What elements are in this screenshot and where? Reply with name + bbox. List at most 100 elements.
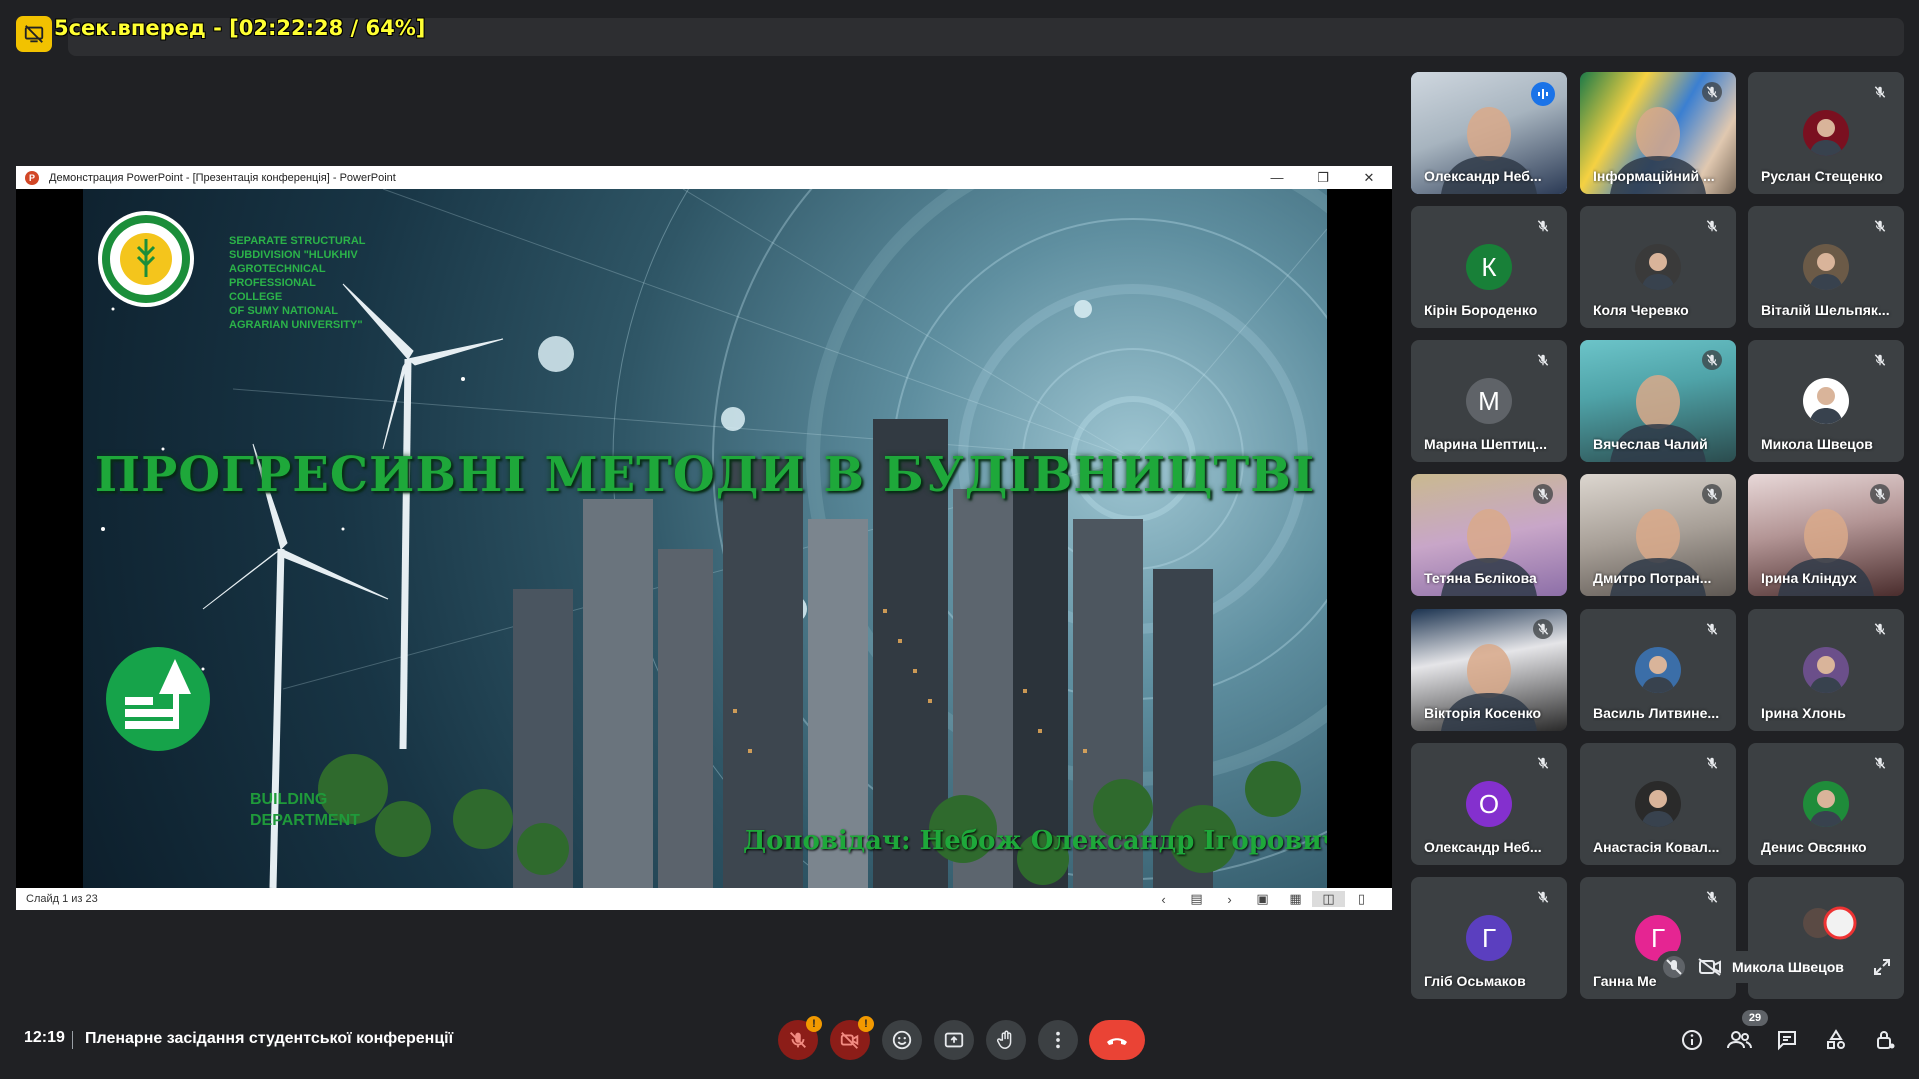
screen-share-off-icon[interactable]	[16, 16, 52, 52]
mic-toggle-button[interactable]: !	[778, 1016, 822, 1060]
more-vert-icon	[1056, 1031, 1060, 1049]
participant-name: Кірін Бороденко	[1424, 302, 1538, 318]
reactions-button[interactable]	[882, 1020, 922, 1060]
participant-name: Коля Черевко	[1593, 302, 1689, 318]
restore-icon[interactable]: ❐	[1300, 166, 1346, 189]
participant-tile[interactable]: Коля Черевко	[1580, 206, 1736, 328]
minimize-icon[interactable]: —	[1254, 166, 1300, 189]
mic-off-icon[interactable]	[1656, 951, 1696, 983]
participant-tile[interactable]: Анастасія Ковал...	[1580, 743, 1736, 865]
meeting-details-button[interactable]	[1676, 1024, 1708, 1056]
chat-button[interactable]	[1771, 1024, 1803, 1056]
participant-name: Інформаційний ...	[1593, 168, 1715, 184]
camera-off-icon	[840, 1032, 859, 1049]
ppt-statusbar: Слайд 1 из 23 ‹ ▤ › ▣ ▦ ◫ ▯	[16, 888, 1392, 910]
present-button[interactable]	[934, 1020, 974, 1060]
mic-off-icon	[1702, 484, 1722, 504]
slide: SEPARATE STRUCTURAL SUBDIVISION "HLUKHIV…	[83, 189, 1327, 888]
mic-off-icon	[1533, 484, 1553, 504]
reading-view-icon[interactable]: ◫	[1312, 891, 1345, 907]
slide-menu-icon[interactable]: ▤	[1180, 891, 1213, 907]
prev-slide-icon[interactable]: ‹	[1147, 892, 1180, 907]
participant-tile[interactable]: Руслан Стещенко	[1748, 72, 1904, 194]
avatar	[1803, 244, 1849, 290]
speaking-indicator-icon	[1531, 82, 1555, 106]
participant-name: Микола Швецов	[1761, 436, 1873, 452]
participant-tile[interactable]: Василь Литвине...	[1580, 609, 1736, 731]
participant-tile[interactable]: Ірина Кліндух	[1748, 474, 1904, 596]
participant-tile[interactable]: Інформаційний ...	[1580, 72, 1736, 194]
participant-tile[interactable]: Дмитро Потран...	[1580, 474, 1736, 596]
camera-off-icon[interactable]	[1696, 951, 1724, 983]
participant-tile[interactable]: О Олександр Неб...	[1411, 743, 1567, 865]
participants-count-badge: 29	[1742, 1010, 1768, 1026]
info-icon	[1682, 1030, 1702, 1050]
slide-sorter-icon[interactable]: ▦	[1279, 891, 1312, 907]
participant-name: Гліб Осьмаков	[1424, 973, 1526, 989]
participant-name: Василь Литвине...	[1593, 705, 1720, 721]
clock: 12:19	[24, 1029, 65, 1046]
mic-off-icon	[1533, 619, 1553, 639]
next-slide-icon[interactable]: ›	[1213, 892, 1246, 907]
activities-button[interactable]	[1820, 1024, 1852, 1056]
participant-tile[interactable]: Денис Овсянко	[1748, 743, 1904, 865]
hangup-icon	[1107, 1038, 1127, 1045]
raise-hand-button[interactable]	[986, 1020, 1026, 1060]
mic-off-icon	[1702, 887, 1722, 907]
college-line: AGROTECHNICAL	[229, 263, 326, 275]
participant-name: Марина Шептиц...	[1424, 436, 1547, 452]
participant-name: Анастасія Ковал...	[1593, 839, 1720, 855]
mic-off-icon	[1870, 82, 1890, 102]
participant-name: Віталій Шельпяк...	[1761, 302, 1890, 318]
expand-icon[interactable]	[1872, 957, 1892, 977]
mic-off-icon	[1870, 484, 1890, 504]
people-button[interactable]	[1723, 1024, 1755, 1056]
ppt-window-title: Демонстрация PowerPoint - [Презентація к…	[49, 171, 396, 184]
mic-off-icon	[1533, 216, 1553, 236]
leave-call-button[interactable]	[1089, 1020, 1145, 1060]
slide-counter: Слайд 1 из 23	[26, 893, 98, 905]
mic-off-icon	[1870, 619, 1890, 639]
avatar	[1803, 110, 1849, 156]
more-options-button[interactable]	[1038, 1020, 1078, 1060]
participant-tile[interactable]: М Марина Шептиц...	[1411, 340, 1567, 462]
mic-off-icon	[1702, 619, 1722, 639]
host-controls-button[interactable]	[1869, 1024, 1901, 1056]
player-seek-status: 5сек.вперед - [02:22:28 / 64%]	[54, 16, 426, 40]
meeting-title: Пленарне засідання студентської конферен…	[85, 1030, 454, 1047]
participant-tile[interactable]: Микола Швецов	[1748, 340, 1904, 462]
participant-tile[interactable]: К Кірін Бороденко	[1411, 206, 1567, 328]
mic-off-icon	[1870, 216, 1890, 236]
normal-view-icon[interactable]: ▣	[1246, 891, 1279, 907]
participant-tile[interactable]: Тетяна Бєлікова	[1411, 474, 1567, 596]
warning-badge: !	[806, 1016, 822, 1032]
college-line: SUBDIVISION "HLUKHIV	[229, 249, 358, 261]
participant-tile[interactable]: Г Гліб Осьмаков	[1411, 877, 1567, 999]
powerpoint-icon: P	[25, 170, 39, 185]
participant-tile[interactable]: Олександр Неб...	[1411, 72, 1567, 194]
shared-presentation: P Демонстрация PowerPoint - [Презентація…	[16, 166, 1392, 910]
avatar	[1803, 781, 1849, 827]
avatar	[1635, 781, 1681, 827]
college-line: OF SUMY NATIONAL	[229, 305, 338, 317]
participant-name: Вячеслав Чалий	[1593, 436, 1708, 452]
close-icon[interactable]: ✕	[1346, 166, 1392, 189]
avatar	[1635, 244, 1681, 290]
participant-tile[interactable]: Віталій Шельпяк...	[1748, 206, 1904, 328]
mic-off-icon	[1702, 350, 1722, 370]
participant-name: Ірина Хлонь	[1761, 705, 1846, 721]
avatar: К	[1466, 244, 1512, 290]
slideshow-icon[interactable]: ▯	[1345, 891, 1378, 907]
avatar: Г	[1466, 915, 1512, 961]
mic-off-icon	[1702, 216, 1722, 236]
participant-tile[interactable]: Вячеслав Чалий	[1580, 340, 1736, 462]
camera-toggle-button[interactable]: !	[830, 1016, 874, 1060]
slide-speaker: Доповідач: Небож Олександр Ігорович	[743, 826, 1327, 856]
avatar: О	[1466, 781, 1512, 827]
divider	[72, 1031, 73, 1049]
participant-tile[interactable]: Ірина Хлонь	[1748, 609, 1904, 731]
self-view-bar[interactable]: Микола Швецов	[1656, 951, 1904, 983]
mic-off-icon	[790, 1032, 806, 1048]
chat-icon	[1778, 1031, 1796, 1051]
participant-tile[interactable]: Вікторія Косенко	[1411, 609, 1567, 731]
